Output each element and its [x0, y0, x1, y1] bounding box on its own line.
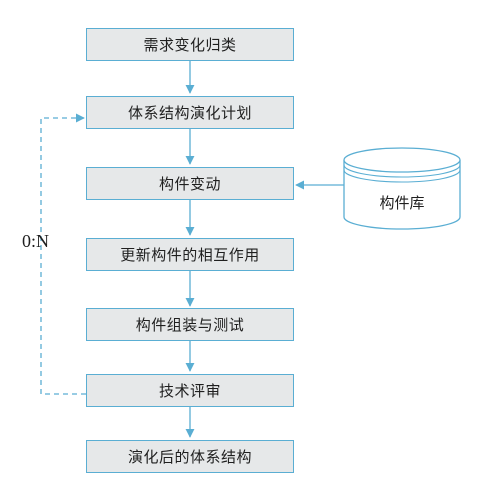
step-component-assembly-testing: 构件组装与测试: [86, 308, 294, 341]
step-component-change: 构件变动: [86, 167, 294, 200]
step-update-component-interaction: 更新构件的相互作用: [86, 238, 294, 271]
flowchart: 需求变化归类 体系结构演化计划 构件变动 更新构件的相互作用 构件组装与测试 技…: [0, 0, 489, 490]
loop-count-label: 0:N: [22, 231, 49, 251]
step-requirement-classification: 需求变化归类: [86, 28, 294, 61]
database-icon: [343, 147, 461, 230]
step-evolved-architecture: 演化后的体系结构: [86, 440, 294, 473]
step-architecture-evolution-plan: 体系结构演化计划: [86, 96, 294, 129]
step-technical-review: 技术评审: [86, 374, 294, 407]
feedback-loop-arrow: [40, 113, 86, 395]
database-label: 构件库: [379, 194, 425, 212]
